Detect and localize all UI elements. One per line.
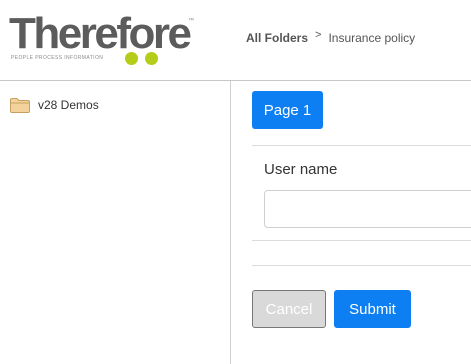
therefore-logo[interactable]: Therefore ™ PEOPLE PROCESS INFORMATION xyxy=(9,9,194,68)
logo-dot-left xyxy=(125,52,138,65)
submit-button[interactable]: Submit xyxy=(334,290,411,328)
user-name-label: User name xyxy=(264,161,338,178)
sidebar-item-label: v28 Demos xyxy=(38,98,99,112)
breadcrumb-current: Insurance policy xyxy=(328,31,416,45)
main-content: Page 1 User name Cancel Submit xyxy=(232,81,471,364)
breadcrumb-separator: > xyxy=(315,29,322,41)
user-name-input[interactable] xyxy=(264,190,471,228)
breadcrumb-all-folders[interactable]: All Folders xyxy=(246,31,308,45)
divider xyxy=(252,240,471,241)
folder-icon xyxy=(10,97,30,113)
cancel-button[interactable]: Cancel xyxy=(252,290,326,328)
logo-wordmark: Therefore xyxy=(9,9,192,58)
sidebar-item-v28-demos[interactable]: v28 Demos xyxy=(10,95,99,115)
header: Therefore ™ PEOPLE PROCESS INFORMATION A… xyxy=(0,0,471,81)
logo-trademark: ™ xyxy=(188,18,194,24)
tab-page-1[interactable]: Page 1 xyxy=(252,91,323,129)
sidebar: v28 Demos xyxy=(0,81,231,364)
logo-dot-right xyxy=(145,52,158,65)
divider xyxy=(252,265,471,266)
divider xyxy=(252,145,471,146)
breadcrumb: All Folders > Insurance policy xyxy=(246,29,416,46)
app-window: Therefore ™ PEOPLE PROCESS INFORMATION A… xyxy=(0,0,471,364)
logo-tagline: PEOPLE PROCESS INFORMATION xyxy=(11,55,104,61)
